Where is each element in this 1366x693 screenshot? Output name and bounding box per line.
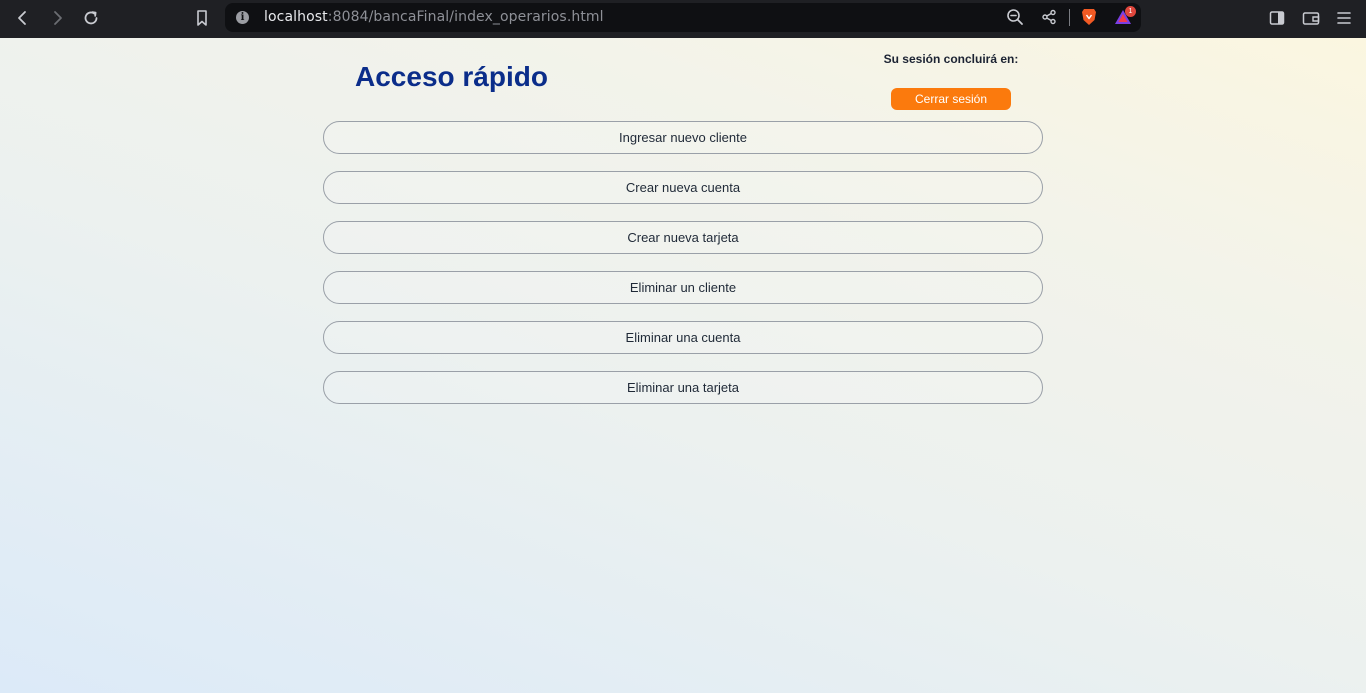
create-card-button[interactable]: Crear nueva tarjeta	[323, 221, 1043, 254]
url-text[interactable]: localhost:8084/bancaFinal/index_operario…	[264, 9, 604, 25]
add-client-button[interactable]: Ingresar nuevo cliente	[323, 121, 1043, 154]
notification-badge: 1	[1125, 6, 1136, 17]
delete-client-button[interactable]: Eliminar un cliente	[323, 271, 1043, 304]
browser-toolbar: i localhost:8084/bancaFinal/index_operar…	[0, 0, 1366, 38]
address-bar[interactable]: i localhost:8084/bancaFinal/index_operar…	[225, 3, 1141, 32]
sidebar-icon[interactable]	[1264, 6, 1290, 30]
bookmark-icon[interactable]	[189, 6, 215, 30]
session-timer-label: Su sesión concluirá en:	[883, 52, 1019, 66]
quick-actions-list: Ingresar nuevo cliente Crear nueva cuent…	[323, 121, 1043, 421]
create-account-button[interactable]: Crear nueva cuenta	[323, 171, 1043, 204]
share-icon[interactable]	[1036, 5, 1062, 29]
page-title: Acceso rápido	[355, 61, 548, 92]
brave-shield-icon[interactable]	[1076, 5, 1102, 29]
url-path: :8084/bancaFinal/index_operarios.html	[327, 9, 604, 25]
logout-button[interactable]: Cerrar sesión	[891, 88, 1011, 110]
back-icon[interactable]	[10, 6, 36, 30]
reload-icon[interactable]	[78, 6, 104, 30]
delete-account-button[interactable]: Eliminar una cuenta	[323, 321, 1043, 354]
menu-icon[interactable]	[1331, 6, 1357, 30]
page-viewport: Acceso rápido Su sesión concluirá en: Ce…	[0, 38, 1366, 693]
delete-card-button[interactable]: Eliminar una tarjeta	[323, 371, 1043, 404]
forward-icon[interactable]	[44, 6, 70, 30]
info-icon[interactable]: i	[236, 11, 249, 24]
zoom-out-icon[interactable]	[1002, 5, 1028, 29]
wallet-icon[interactable]	[1298, 6, 1324, 30]
url-host: localhost	[264, 9, 328, 25]
url-separator	[1069, 9, 1070, 26]
